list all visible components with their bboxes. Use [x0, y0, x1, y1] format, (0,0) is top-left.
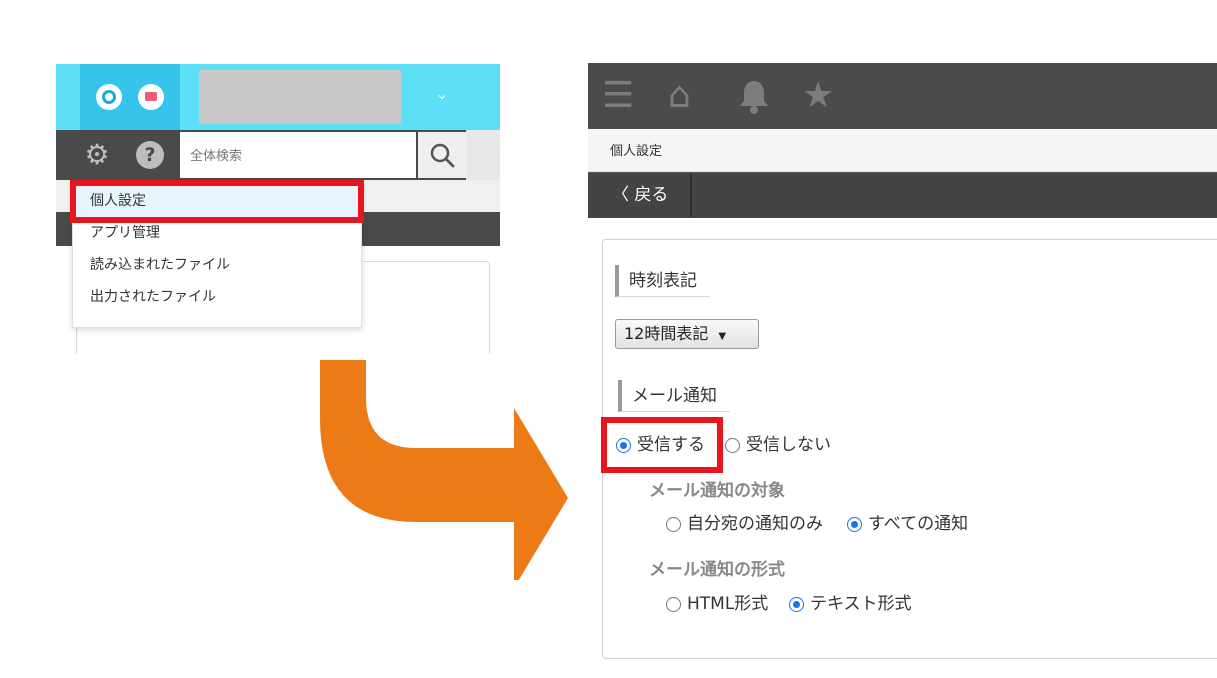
- radio-text-format[interactable]: [789, 597, 804, 612]
- search-icon: [430, 143, 455, 168]
- mail-notification-heading: メール通知: [618, 380, 730, 412]
- radio-own-only[interactable]: [666, 517, 681, 532]
- mail-format-heading: メール通知の形式: [649, 560, 785, 580]
- breadcrumb: [588, 129, 1217, 172]
- radio-all-notifications-label: すべての通知: [868, 514, 969, 534]
- radio-html-format[interactable]: [666, 597, 681, 612]
- notification-circle-icon[interactable]: [96, 84, 122, 110]
- bell-icon[interactable]: [736, 77, 772, 115]
- left-screenshot: ⌄ ⚙ ? 個人設定 アプリ管理 読み込まれたファイル 出力されたファイル: [56, 64, 500, 354]
- breadcrumb-label: 個人設定: [610, 144, 663, 159]
- time-format-select[interactable]: 12時間表記 ▼: [615, 319, 759, 349]
- menu-item-output-files[interactable]: 出力されたファイル: [73, 281, 361, 313]
- search-button[interactable]: [418, 132, 466, 178]
- radio-not-receive[interactable]: [725, 438, 740, 453]
- back-button[interactable]: 〈 戻る: [588, 173, 692, 217]
- toolbar-edge: [466, 130, 500, 180]
- mail-icon[interactable]: [138, 84, 164, 110]
- star-icon[interactable]: ★: [802, 77, 834, 115]
- radio-own-only-label: 自分宛の通知のみ: [687, 514, 823, 534]
- dropdown-arrow-icon: ▼: [718, 331, 727, 342]
- home-icon[interactable]: ⌂: [668, 77, 691, 115]
- search-input[interactable]: [180, 132, 416, 178]
- radio-all-notifications[interactable]: [847, 517, 862, 532]
- mail-target-heading: メール通知の対象: [649, 481, 785, 501]
- gear-icon[interactable]: ⚙: [82, 140, 112, 170]
- chevron-left-icon: 〈: [612, 185, 629, 205]
- back-label: 戻る: [634, 185, 669, 205]
- time-format-heading: 時刻表記: [615, 265, 710, 297]
- radio-html-format-label: HTML形式: [687, 594, 769, 614]
- radio-text-format-label: テキスト形式: [810, 594, 912, 614]
- hamburger-menu-icon[interactable]: ☰: [602, 77, 634, 115]
- right-screenshot: ☰ ⌂ ★ 個人設定 〈 戻る 時刻表記 12時間表記 ▼ メール通知 受信する …: [588, 63, 1217, 673]
- curved-arrow: [320, 360, 568, 580]
- radio-not-receive-label: 受信しない: [746, 435, 831, 455]
- redacted-user-area: [199, 70, 401, 124]
- time-format-selected: 12時間表記: [624, 324, 709, 343]
- menu-item-loaded-files[interactable]: 読み込まれたファイル: [73, 249, 361, 281]
- highlight-box-receive: [601, 417, 723, 473]
- highlight-box-personal-settings: [70, 180, 364, 223]
- chevron-down-icon[interactable]: ⌄: [432, 84, 452, 104]
- header-icon-block: [80, 64, 180, 130]
- help-icon[interactable]: ?: [136, 141, 164, 169]
